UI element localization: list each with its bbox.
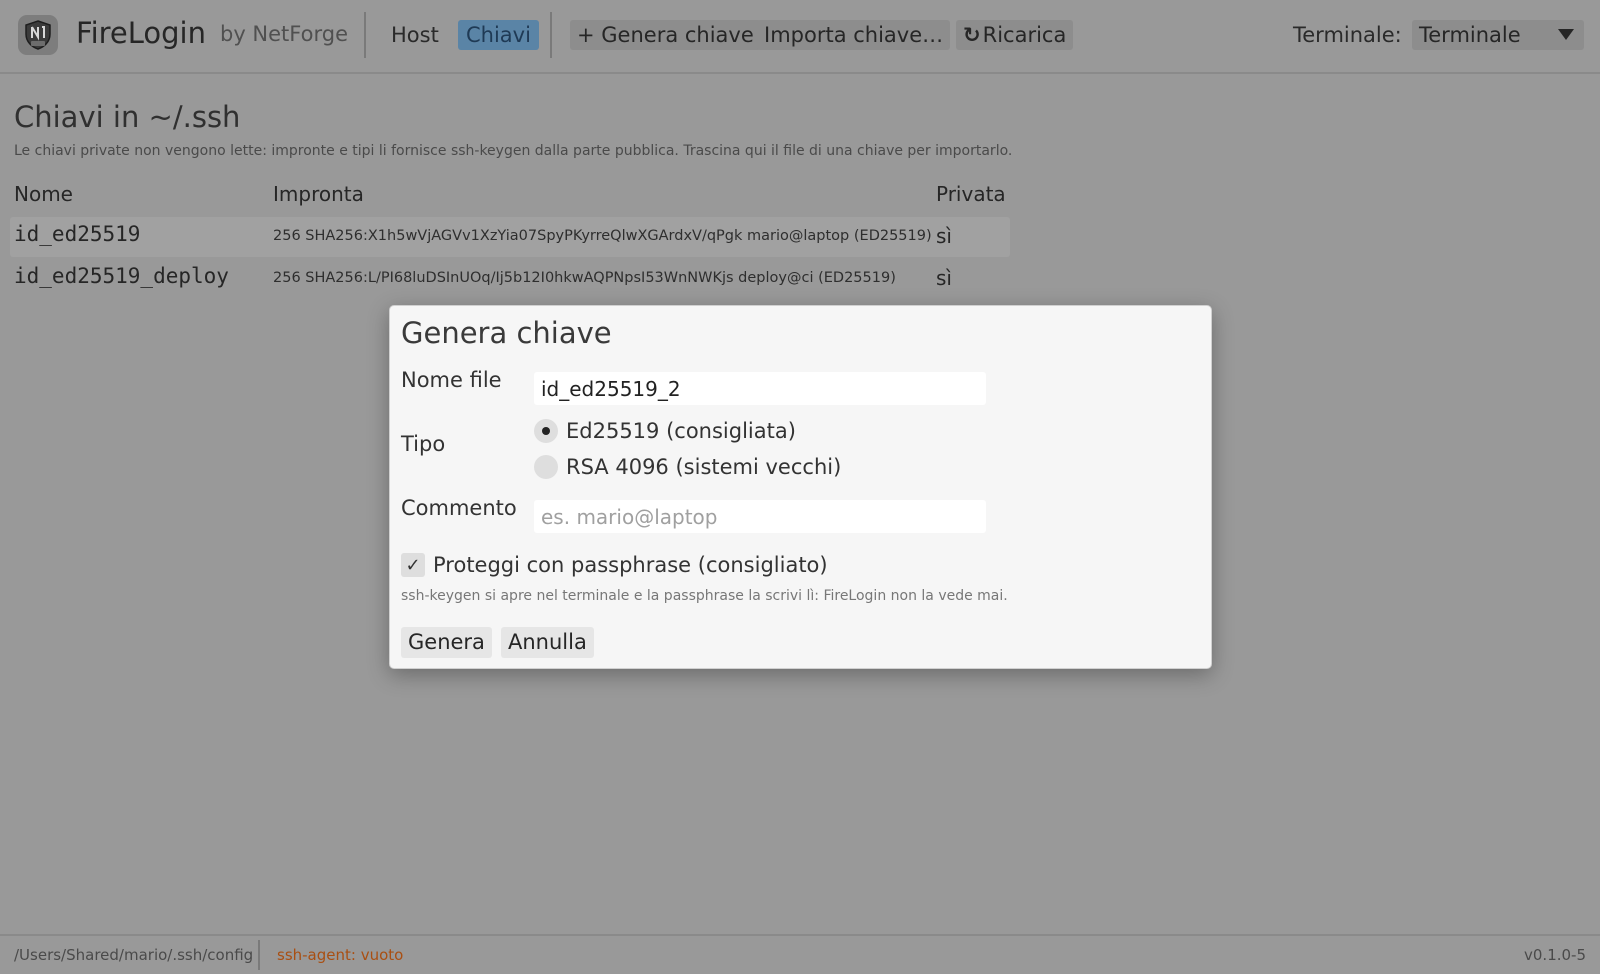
page-title: Chiavi in ~/.ssh (14, 100, 241, 134)
shield-logo-icon (18, 15, 58, 55)
generate-button[interactable]: Genera (401, 627, 492, 658)
passphrase-checkbox[interactable]: ✓ (401, 553, 425, 577)
terminal-label: Terminale: (1293, 23, 1402, 47)
chevron-down-icon (1558, 29, 1574, 40)
comment-input[interactable] (534, 500, 986, 533)
terminal-select-value: Terminale (1419, 23, 1521, 47)
passphrase-option[interactable]: ✓ Proteggi con passphrase (consigliato) (401, 552, 828, 578)
radio-ed25519[interactable] (534, 419, 558, 443)
config-path: /Users/Shared/mario/.ssh/config (14, 946, 254, 964)
type-option-rsa[interactable]: RSA 4096 (sistemi vecchi) (534, 454, 841, 480)
key-name: id_ed25519_deploy (14, 264, 229, 288)
filename-input[interactable] (534, 372, 986, 405)
key-private: sì (936, 224, 952, 248)
column-header-name: Nome (14, 182, 73, 206)
key-fingerprint: 256 SHA256:X1h5wVjAGVv1XzYia07SpyPKyrreQ… (273, 228, 932, 244)
radio-ed25519-label: Ed25519 (consigliata) (566, 419, 796, 443)
tab-chiavi[interactable]: Chiavi (458, 20, 539, 50)
column-header-private: Privata (936, 182, 1006, 206)
agent-status: ssh-agent: vuoto (277, 946, 404, 964)
key-private: sì (936, 266, 952, 290)
status-bar: /Users/Shared/mario/.ssh/config ssh-agen… (0, 934, 1600, 974)
cancel-button[interactable]: Annulla (501, 627, 594, 658)
passphrase-label: Proteggi con passphrase (consigliato) (433, 553, 828, 577)
app-version: v0.1.0-5 (1524, 946, 1586, 964)
app-window: FireLogin by NetForge Host Chiavi + Gene… (0, 0, 1600, 974)
dialog-title: Genera chiave (401, 316, 612, 350)
import-key-button[interactable]: Importa chiave… (757, 20, 951, 50)
reload-label: Ricarica (982, 23, 1067, 47)
page-hint: Le chiavi private non vengono lette: imp… (14, 143, 1013, 159)
app-brand: FireLogin (76, 16, 206, 50)
generate-key-button[interactable]: + Genera chiave (570, 20, 761, 50)
toolbar-divider (550, 12, 552, 58)
generate-key-dialog: Genera chiave Nome file Tipo Ed25519 (co… (389, 305, 1212, 669)
column-header-fingerprint: Impronta (273, 182, 364, 206)
toolbar: FireLogin by NetForge Host Chiavi + Gene… (0, 0, 1600, 74)
radio-rsa[interactable] (534, 455, 558, 479)
tab-host[interactable]: Host (383, 20, 447, 50)
passphrase-note: ssh-keygen si apre nel terminale e la pa… (401, 588, 1008, 604)
app-vendor: by NetForge (220, 22, 348, 46)
filename-label: Nome file (401, 368, 502, 392)
type-label: Tipo (401, 432, 446, 456)
key-fingerprint: 256 SHA256:L/PI68luDSInUOq/Ij5b12I0hkwAQ… (273, 270, 896, 286)
radio-rsa-label: RSA 4096 (sistemi vecchi) (566, 455, 842, 479)
status-divider (258, 940, 260, 970)
key-name: id_ed25519 (14, 222, 141, 246)
terminal-select[interactable]: Terminale (1412, 20, 1584, 50)
comment-label: Commento (401, 496, 517, 520)
reload-button[interactable]: ↻Ricarica (956, 20, 1074, 50)
reload-icon: ↻ (963, 23, 981, 47)
checkmark-icon: ✓ (405, 554, 421, 576)
type-option-ed25519[interactable]: Ed25519 (consigliata) (534, 418, 796, 444)
toolbar-divider (364, 12, 366, 58)
